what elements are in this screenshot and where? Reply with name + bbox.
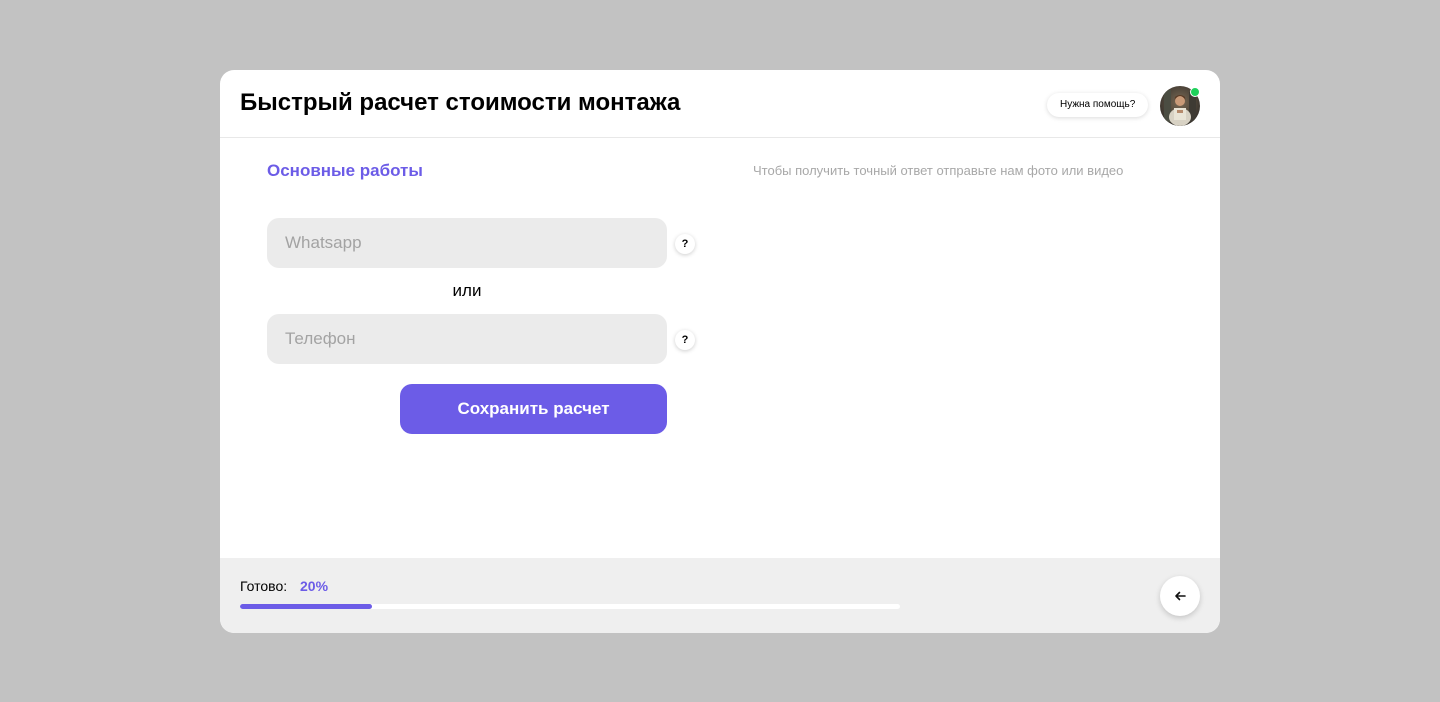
progress-bar-fill	[240, 604, 372, 609]
avatar[interactable]	[1160, 86, 1200, 126]
whatsapp-help-icon[interactable]: ?	[675, 234, 695, 254]
modal-header: Быстрый расчет стоимости монтажа Нужна п…	[220, 70, 1220, 138]
progress-bar	[240, 604, 900, 609]
progress-percent: 20%	[300, 578, 329, 594]
section-title: Основные работы	[267, 161, 423, 180]
arrow-left-icon	[1175, 591, 1186, 601]
online-status-dot	[1190, 87, 1200, 97]
phone-help-icon[interactable]: ?	[675, 330, 695, 350]
calculator-modal: Быстрый расчет стоимости монтажа Нужна п…	[220, 70, 1220, 633]
back-button[interactable]	[1160, 576, 1200, 616]
page-title: Быстрый расчет стоимости монтажа	[240, 89, 681, 116]
phone-input[interactable]	[267, 314, 667, 364]
hint-text: Чтобы получить точный ответ отправьте на…	[753, 163, 1124, 178]
save-calculation-button[interactable]: Сохранить расчет	[400, 384, 667, 434]
or-divider-label: или	[452, 281, 482, 300]
help-bubble[interactable]: Нужна помощь?	[1047, 93, 1149, 117]
whatsapp-input[interactable]	[267, 218, 667, 268]
progress-label: Готово:	[240, 578, 288, 594]
progress-footer: Готово: 20%	[220, 558, 1220, 633]
